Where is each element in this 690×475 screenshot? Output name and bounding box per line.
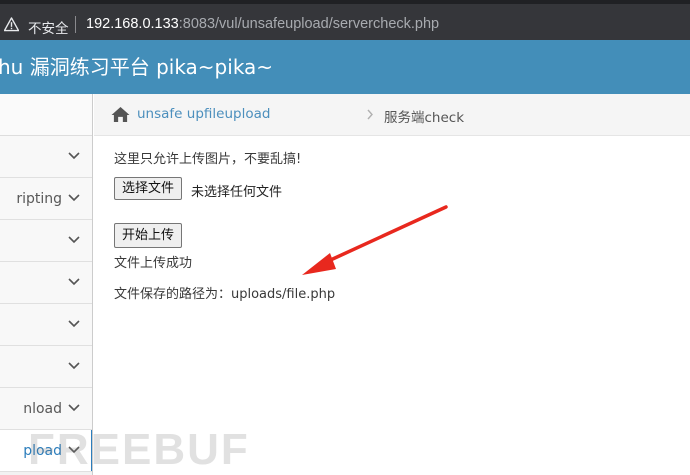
chevron-down-icon bbox=[68, 362, 80, 370]
upload-success-message: 文件上传成功 bbox=[114, 256, 193, 271]
address-separator bbox=[75, 16, 76, 33]
chevron-right-icon bbox=[367, 109, 373, 120]
sidebar: ripting nload pload bbox=[0, 94, 93, 475]
sidebar-item[interactable] bbox=[0, 136, 92, 178]
upload-path-message: 文件保存的路径为：uploads/file.php bbox=[114, 287, 336, 302]
app-header: hu 漏洞练习平台 pika~pika~ bbox=[0, 40, 690, 94]
sidebar-top bbox=[0, 94, 92, 136]
url-path: :8083/vul/unsafeupload/servercheck.php bbox=[178, 16, 440, 32]
browser-address-bar: 不安全 192.168.0.133:8083/vul/unsafeupload/… bbox=[0, 0, 690, 40]
app-title[interactable]: hu 漏洞练习平台 pika~pika~ bbox=[0, 40, 273, 94]
no-file-label: 未选择任何文件 bbox=[191, 185, 283, 200]
sidebar-item[interactable] bbox=[0, 346, 92, 388]
url-field[interactable]: 192.168.0.133:8083/vul/unsafeupload/serv… bbox=[86, 16, 439, 32]
sidebar-item-xss[interactable]: ripting bbox=[0, 178, 92, 220]
breadcrumb-current: 服务端check bbox=[384, 110, 465, 126]
sidebar-item-download[interactable]: nload bbox=[0, 388, 92, 430]
chevron-down-icon bbox=[68, 320, 80, 328]
chevron-down-icon bbox=[68, 152, 80, 160]
breadcrumb-link[interactable]: unsafe upfileupload bbox=[137, 106, 270, 122]
sidebar-item-label: nload bbox=[23, 401, 62, 417]
sidebar-item-label: ripting bbox=[16, 191, 62, 207]
red-arrow-annotation bbox=[302, 205, 448, 275]
chevron-down-icon bbox=[68, 194, 80, 202]
url-host: 192.168.0.133 bbox=[86, 16, 179, 32]
choose-file-button[interactable]: 选择文件 bbox=[114, 177, 183, 200]
chevron-down-icon bbox=[68, 404, 80, 412]
freebuf-watermark: FREEBUF bbox=[28, 425, 250, 474]
start-upload-button[interactable]: 开始上传 bbox=[114, 223, 183, 248]
upload-hint: 这里只允许上传图片，不要乱搞! bbox=[114, 152, 302, 167]
sidebar-item[interactable] bbox=[0, 304, 92, 346]
chevron-down-icon bbox=[68, 278, 80, 286]
browser-top-strip bbox=[0, 0, 690, 4]
breadcrumb: unsafe upfileupload 服务端check bbox=[94, 94, 690, 136]
chevron-down-icon bbox=[68, 236, 80, 244]
sidebar-item[interactable] bbox=[0, 220, 92, 262]
warning-icon[interactable] bbox=[4, 17, 19, 32]
home-icon[interactable] bbox=[111, 106, 130, 123]
sidebar-item[interactable] bbox=[0, 262, 92, 304]
insecure-label[interactable]: 不安全 bbox=[28, 17, 69, 37]
